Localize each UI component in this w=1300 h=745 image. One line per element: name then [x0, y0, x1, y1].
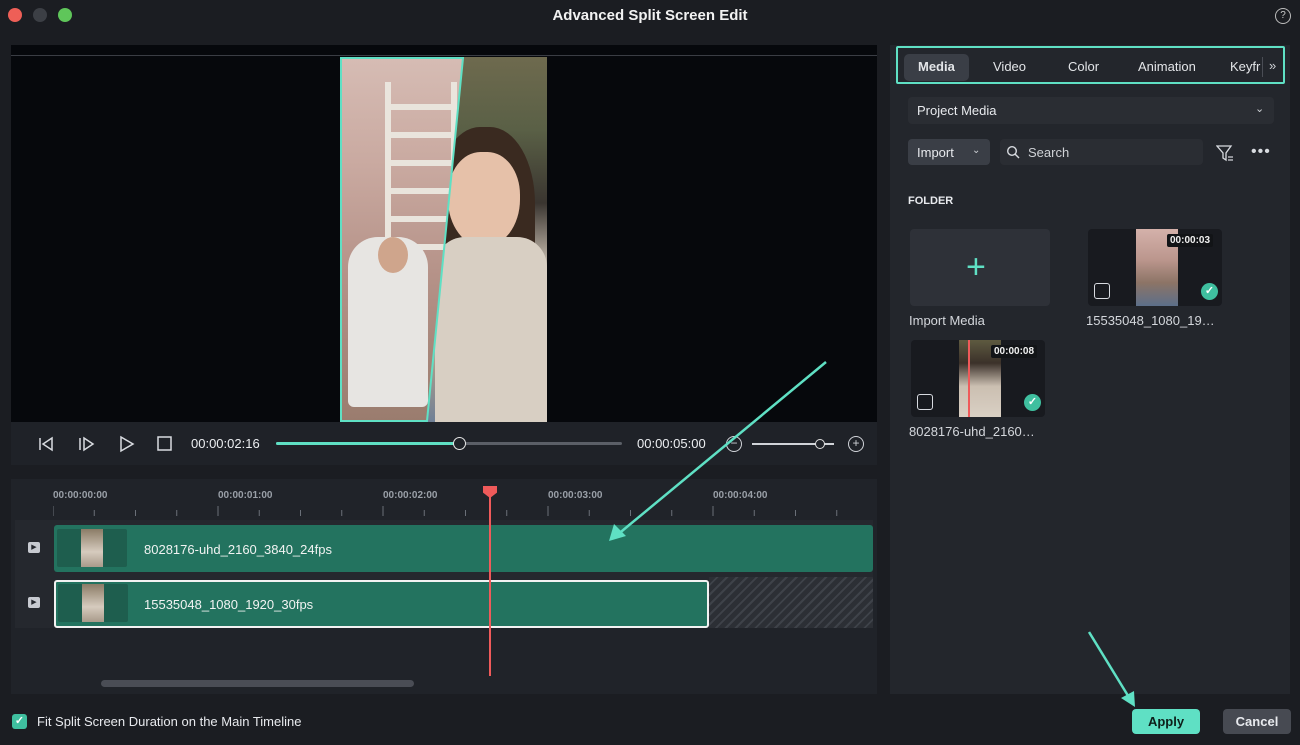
clip-name: 8028176-uhd_2160_3840_24fps — [144, 542, 332, 557]
total-time: 00:00:05:00 — [637, 436, 706, 451]
tab-divider — [1262, 57, 1263, 77]
playhead-line[interactable] — [489, 496, 491, 676]
tab-color[interactable]: Color — [1068, 59, 1099, 74]
plus-icon: + — [966, 248, 986, 286]
current-time: 00:00:02:16 — [191, 436, 260, 451]
import-media-label: Import Media — [909, 313, 985, 328]
zoom-out-icon[interactable]: − — [726, 436, 742, 452]
preview-figure-shirt — [435, 237, 547, 422]
prev-frame-icon[interactable] — [36, 434, 56, 454]
more-tabs-icon[interactable]: » — [1269, 58, 1276, 73]
preview-figure-head — [378, 237, 408, 273]
chevron-down-icon: ⌄ — [1255, 103, 1265, 115]
tab-keyframe[interactable]: Keyfr — [1230, 59, 1260, 74]
media-duration: 00:00:03 — [1167, 234, 1214, 247]
tick-label: 00:00:02:00 — [383, 490, 438, 501]
timeline-clip-2[interactable]: 15535048_1080_1920_30fps — [54, 580, 709, 628]
import-label: Import — [917, 145, 954, 160]
media-name: 15535048_1080_19… — [1086, 313, 1215, 328]
apply-button[interactable]: Apply — [1132, 709, 1200, 734]
tab-animation[interactable]: Animation — [1138, 59, 1196, 74]
timeline-clip-1[interactable]: 8028176-uhd_2160_3840_24fps — [54, 525, 873, 572]
filter-icon[interactable] — [1216, 144, 1234, 162]
more-icon[interactable]: ••• — [1251, 143, 1271, 161]
fit-duration-label: Fit Split Screen Duration on the Main Ti… — [37, 714, 302, 729]
split-screen-preview[interactable] — [340, 57, 547, 422]
track-2-preview-icon[interactable]: ▶ — [28, 597, 40, 608]
clip-thumbnail — [57, 529, 127, 567]
chevron-down-icon: ⌄ — [972, 145, 981, 156]
media-source-label: Project Media — [917, 103, 997, 118]
tab-video[interactable]: Video — [993, 59, 1026, 74]
preview-figure-face — [448, 152, 520, 247]
tick-label: 00:00:01:00 — [218, 490, 273, 501]
clip-thumbnail — [58, 584, 128, 622]
play-icon[interactable] — [116, 434, 136, 454]
timeline-scrollbar[interactable] — [101, 680, 414, 687]
scrubber-handle[interactable] — [453, 437, 466, 450]
scrubber-progress — [276, 442, 459, 445]
next-frame-icon[interactable] — [76, 434, 96, 454]
tick-label: 00:00:03:00 — [548, 490, 603, 501]
check-icon: ✓ — [1201, 283, 1218, 300]
zoom-in-icon[interactable]: + — [848, 436, 864, 452]
media-duration: 00:00:08 — [991, 345, 1038, 358]
empty-track-region — [709, 577, 873, 628]
folder-heading: FOLDER — [908, 195, 954, 207]
preview-divider — [11, 55, 877, 56]
zoom-slider-handle[interactable] — [815, 439, 825, 449]
help-icon[interactable]: ? — [1275, 8, 1291, 24]
window-title: Advanced Split Screen Edit — [552, 7, 748, 24]
tick-label: 00:00:00:00 — [53, 490, 108, 501]
stop-icon[interactable] — [155, 434, 175, 454]
fit-duration-checkbox[interactable]: ✓ — [12, 714, 27, 729]
video-icon — [1094, 283, 1110, 299]
check-icon: ✓ — [1024, 394, 1041, 411]
clip-name: 15535048_1080_1920_30fps — [144, 597, 314, 612]
tick-label: 00:00:04:00 — [713, 490, 768, 501]
track-1-preview-icon[interactable]: ▶ — [28, 542, 40, 553]
search-icon — [1006, 145, 1020, 159]
search-input[interactable] — [1028, 141, 1196, 163]
media-name: 8028176-uhd_2160… — [909, 424, 1035, 439]
tab-media[interactable]: Media — [918, 59, 955, 74]
video-icon — [917, 394, 933, 410]
cancel-button[interactable]: Cancel — [1223, 709, 1291, 734]
